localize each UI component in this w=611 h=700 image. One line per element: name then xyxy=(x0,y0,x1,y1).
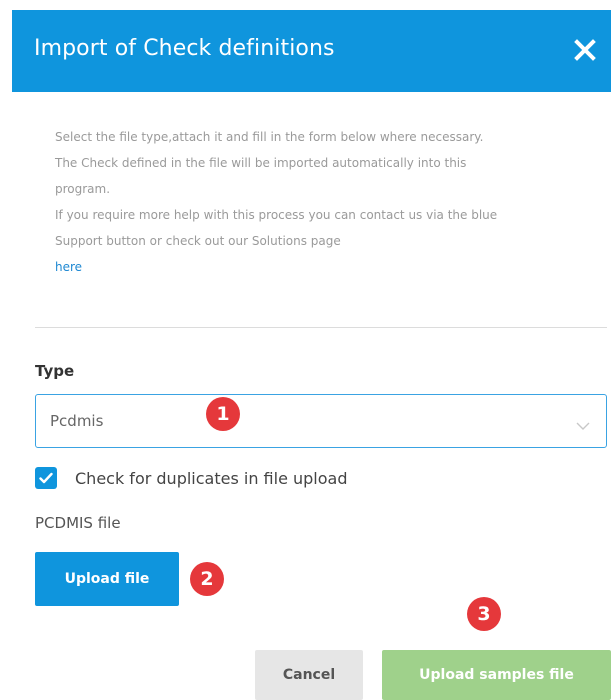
cancel-button[interactable]: Cancel xyxy=(255,650,363,700)
file-label: PCDMIS file xyxy=(35,514,121,532)
intro-line: The Check defined in the file will be im… xyxy=(55,156,467,170)
close-icon xyxy=(574,39,596,61)
intro-line: program. xyxy=(55,182,111,196)
type-select[interactable]: Pcdmis xyxy=(35,394,607,448)
type-select-value: Pcdmis xyxy=(50,412,104,430)
dialog-header: Import of Check definitions xyxy=(12,10,611,92)
import-dialog: Import of Check definitions Select the f… xyxy=(0,0,611,700)
duplicates-checkbox[interactable] xyxy=(35,467,57,489)
dialog-title: Import of Check definitions xyxy=(34,36,335,61)
type-label: Type xyxy=(35,362,75,380)
intro-text: Select the file type,attach it and fill … xyxy=(55,124,605,280)
intro-line: Select the file type,attach it and fill … xyxy=(55,130,484,144)
duplicates-checkbox-row[interactable]: Check for duplicates in file upload xyxy=(35,466,348,490)
chevron-down-icon xyxy=(576,416,590,435)
solutions-page-link[interactable]: here xyxy=(55,260,82,274)
divider xyxy=(35,327,607,328)
annotation-badge-1: 1 xyxy=(206,397,240,431)
annotation-badge-3: 3 xyxy=(467,597,501,631)
upload-file-button[interactable]: Upload file xyxy=(35,552,179,606)
annotation-badge-2: 2 xyxy=(190,562,224,596)
duplicates-checkbox-label: Check for duplicates in file upload xyxy=(75,468,348,488)
intro-line: Support button or check out our Solution… xyxy=(55,234,341,248)
close-button[interactable] xyxy=(573,38,597,62)
intro-line: If you require more help with this proce… xyxy=(55,208,498,222)
upload-samples-file-button[interactable]: Upload samples file xyxy=(382,650,611,700)
checkmark-icon xyxy=(39,472,53,484)
